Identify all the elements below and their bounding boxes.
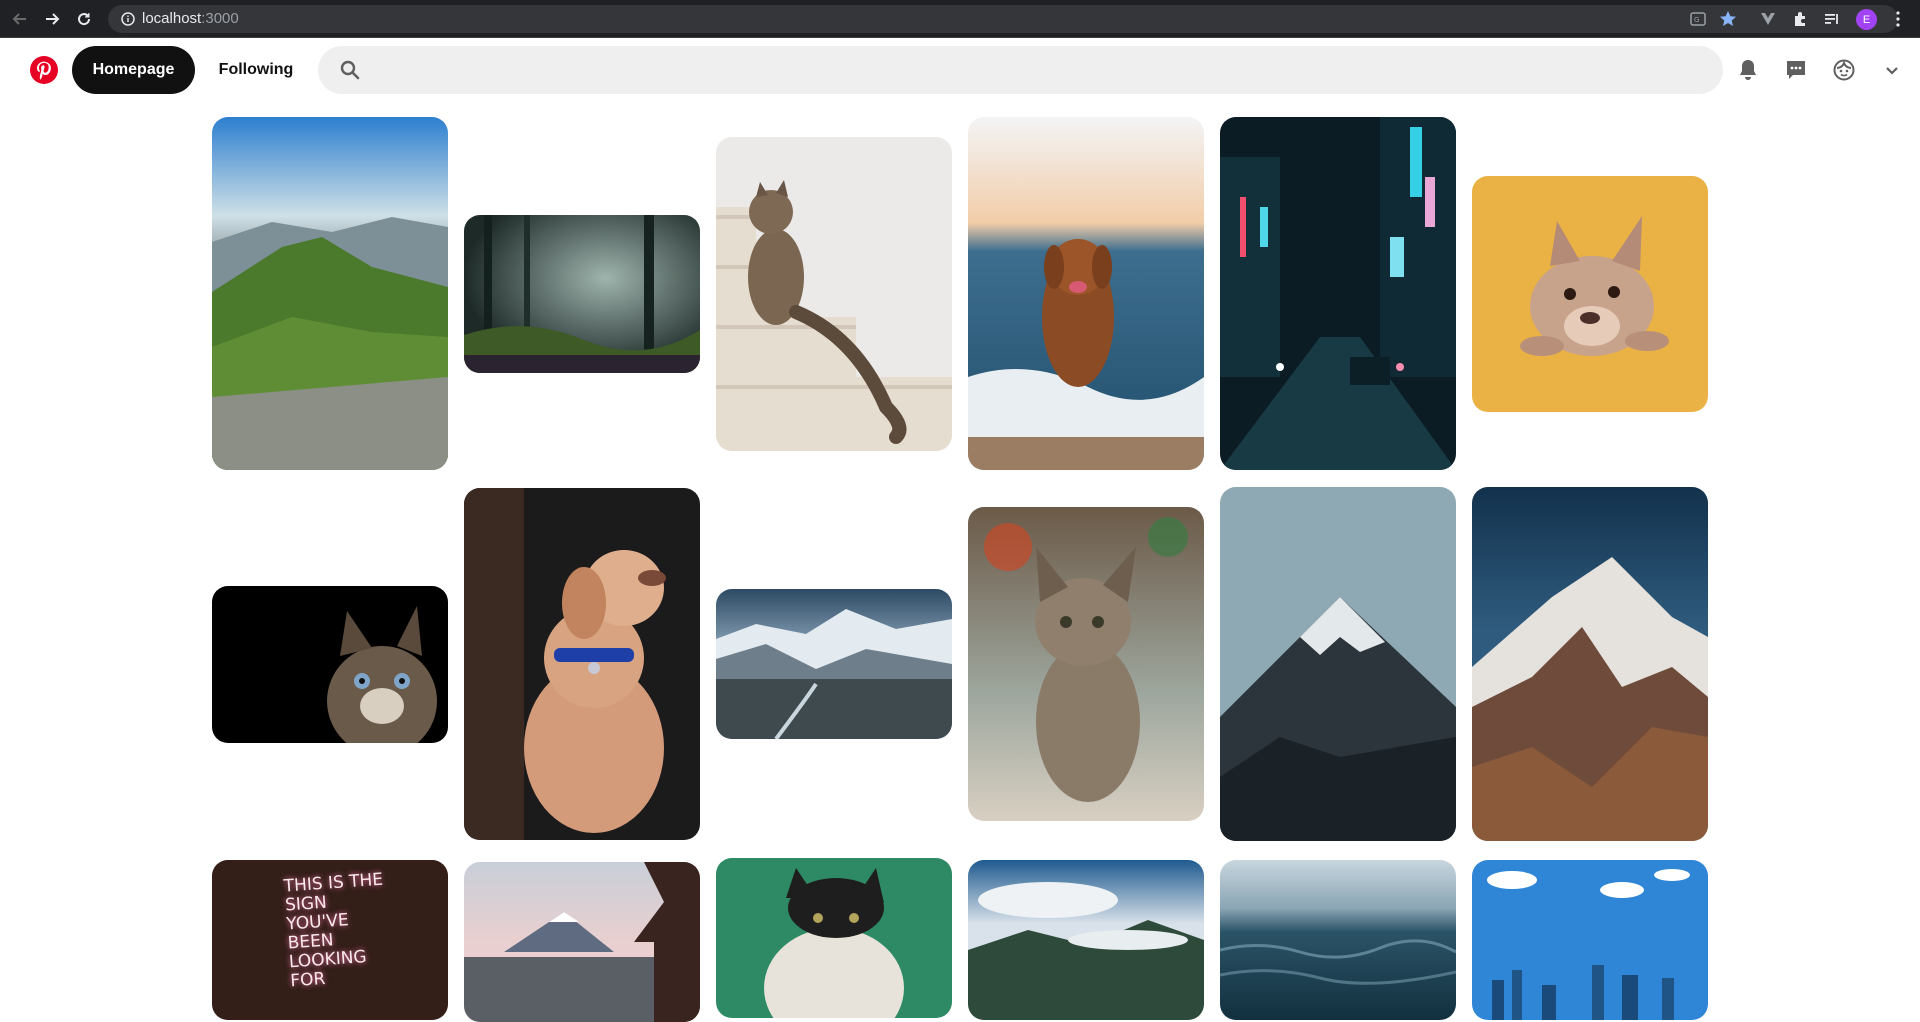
pin-card[interactable]	[1220, 860, 1456, 1020]
search-bar[interactable]	[318, 46, 1723, 94]
dog-running-beach-image	[968, 117, 1204, 470]
pin-card[interactable]	[968, 507, 1204, 821]
browser-menu-icon[interactable]	[1888, 9, 1908, 29]
pin-card[interactable]	[968, 117, 1204, 470]
tab-following[interactable]: Following	[205, 46, 307, 94]
green-mountains-image	[212, 117, 448, 470]
ocean-waves-image	[1220, 860, 1456, 1020]
extensions-puzzle-icon[interactable]	[1790, 9, 1810, 29]
pin-card[interactable]	[968, 860, 1204, 1020]
translate-icon[interactable]: G	[1688, 9, 1708, 29]
pin-card[interactable]	[1472, 176, 1708, 412]
bell-icon[interactable]	[1734, 56, 1762, 84]
pin-card[interactable]	[212, 586, 448, 743]
profile-face-icon[interactable]	[1830, 56, 1858, 84]
cat-on-stairs-image	[716, 137, 952, 451]
search-icon	[340, 60, 360, 80]
clouds-over-mountains-image	[968, 860, 1204, 1020]
pin-card[interactable]	[212, 117, 448, 470]
search-input[interactable]	[374, 46, 1704, 94]
svg-text:G: G	[1694, 16, 1699, 24]
tab-homepage[interactable]: Homepage	[72, 46, 195, 94]
neon-city-street-image	[1220, 117, 1456, 470]
pin-card[interactable]	[1220, 117, 1456, 470]
pin-card[interactable]	[464, 215, 700, 373]
pin-card[interactable]	[464, 862, 700, 1022]
cat-in-dark-image	[212, 586, 448, 743]
forward-arrow-icon[interactable]	[42, 9, 62, 29]
back-arrow-icon[interactable]	[10, 9, 30, 29]
neon-sign-text: THIS IS THE SIGN YOU'VE BEEN LOOKING FOR	[283, 869, 384, 992]
address-bar[interactable]	[108, 5, 1898, 33]
browser-toolbar: localhost:3000 G E	[0, 0, 1920, 38]
misty-forest-image	[464, 215, 700, 373]
pin-card[interactable]	[716, 858, 952, 1018]
puppy-blue-collar-image	[464, 488, 700, 840]
snowy-mountain-valley-image	[716, 589, 952, 739]
pin-card[interactable]	[1220, 487, 1456, 841]
french-bulldog-image	[1472, 176, 1708, 412]
bookmark-star-icon[interactable]	[1718, 9, 1738, 29]
chat-icon[interactable]	[1782, 56, 1810, 84]
url-text: localhost:3000	[142, 10, 239, 27]
pin-card[interactable]	[716, 137, 952, 451]
site-info-icon[interactable]	[118, 9, 138, 29]
reading-list-icon[interactable]	[1822, 9, 1842, 29]
pin-card[interactable]	[716, 589, 952, 739]
pin-card[interactable]	[1472, 487, 1708, 841]
snowy-peak-image	[1220, 487, 1456, 841]
black-white-cat-image	[716, 858, 952, 1018]
mount-fuji-pagoda-image	[464, 862, 700, 1022]
snow-capped-mountain-image	[1472, 487, 1708, 841]
tabby-kitten-image	[968, 507, 1204, 821]
reload-icon[interactable]	[74, 9, 94, 29]
pin-card[interactable]: THIS IS THE SIGN YOU'VE BEEN LOOKING FOR	[212, 860, 448, 1020]
vue-devtools-icon[interactable]	[1758, 9, 1778, 29]
pin-card[interactable]	[1472, 860, 1708, 1020]
chevron-down-icon[interactable]	[1878, 56, 1906, 84]
pinterest-logo-icon[interactable]	[30, 56, 58, 84]
city-skyline-image	[1472, 860, 1708, 1020]
app-header: Homepage Following	[0, 38, 1920, 102]
browser-profile-avatar[interactable]: E	[1856, 9, 1877, 30]
pin-card[interactable]	[464, 488, 700, 840]
